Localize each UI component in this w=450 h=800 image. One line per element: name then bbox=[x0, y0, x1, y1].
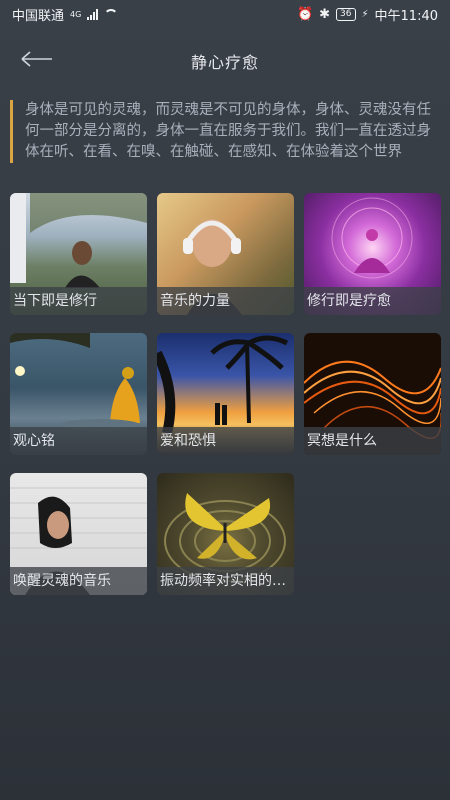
card-label: 当下即是修行 bbox=[10, 287, 147, 315]
wifi-icon bbox=[104, 9, 119, 19]
card-love-and-fear[interactable]: 爱和恐惧 bbox=[157, 333, 294, 455]
network-label: 4G bbox=[70, 9, 82, 19]
status-bar: 中国联通 4G ⏰ ✱ 36 ⚡ 中午11:40 bbox=[0, 0, 450, 28]
card-mind-inscription[interactable]: 观心铭 bbox=[10, 333, 147, 455]
header: 静心疗愈 bbox=[0, 40, 450, 80]
page-title: 静心疗愈 bbox=[190, 53, 259, 72]
card-label: 观心铭 bbox=[10, 427, 147, 455]
card-what-is-meditation[interactable]: 冥想是什么 bbox=[304, 333, 441, 455]
card-label: 音乐的力量 bbox=[157, 287, 294, 315]
alarm-icon: ⏰ bbox=[296, 6, 314, 22]
card-label: 唤醒灵魂的音乐 bbox=[10, 567, 147, 595]
card-vibration-frequency[interactable]: 振动频率对实相的影响 bbox=[157, 473, 294, 595]
status-left: 中国联通 4G bbox=[12, 5, 119, 24]
charging-icon: ⚡ bbox=[361, 8, 369, 20]
card-label: 冥想是什么 bbox=[304, 427, 441, 455]
battery-icon: 36 bbox=[336, 7, 356, 21]
card-label: 修行即是疗愈 bbox=[304, 287, 441, 315]
status-right: ⏰ ✱ 36 ⚡ 中午11:40 bbox=[297, 5, 438, 24]
signal-icon bbox=[87, 8, 99, 20]
carrier-label: 中国联通 bbox=[12, 8, 65, 24]
card-soul-awakening-music[interactable]: 唤醒灵魂的音乐 bbox=[10, 473, 147, 595]
card-grid: 当下即是修行 音乐的力量 修行即是疗愈 观心铭 爱和恐惧 冥想是什么 唤醒灵魂的… bbox=[10, 193, 442, 595]
card-label: 爱和恐惧 bbox=[157, 427, 294, 455]
card-practice-is-healing[interactable]: 修行即是疗愈 bbox=[304, 193, 441, 315]
card-power-of-music[interactable]: 音乐的力量 bbox=[157, 193, 294, 315]
card-present-moment[interactable]: 当下即是修行 bbox=[10, 193, 147, 315]
clock-label: 中午11:40 bbox=[374, 8, 438, 24]
bluetooth-icon: ✱ bbox=[319, 6, 331, 22]
quote-text: 身体是可见的灵魂，而灵魂是不可见的身体，身体、灵魂没有任何一部分是分离的，身体一… bbox=[10, 100, 442, 163]
card-label: 振动频率对实相的影响 bbox=[157, 567, 294, 595]
